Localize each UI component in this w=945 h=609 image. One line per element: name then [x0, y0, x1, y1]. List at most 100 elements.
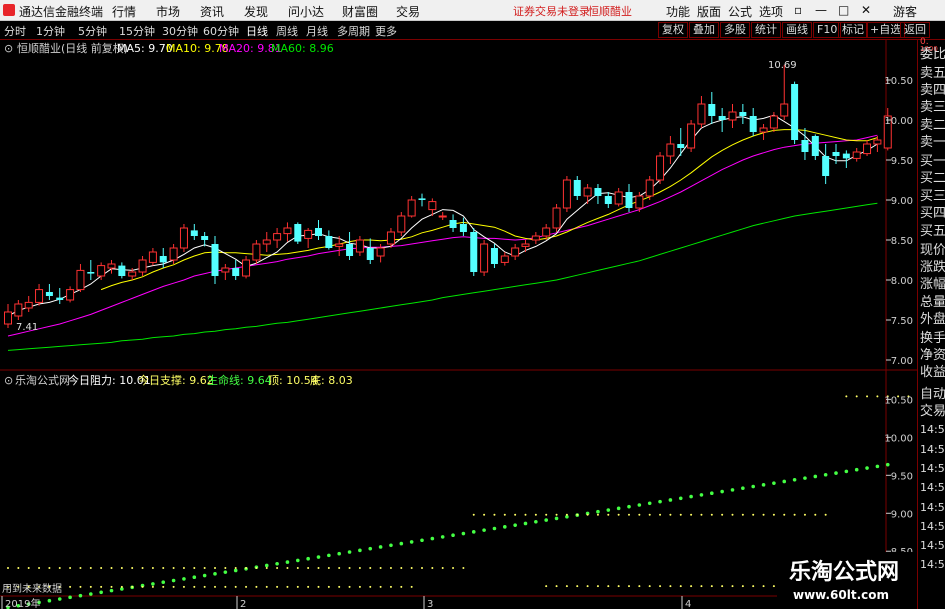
period-tab-monthly[interactable]: 月线	[306, 23, 328, 39]
lifeline-dot	[647, 501, 652, 506]
level-dot	[679, 513, 682, 516]
level-dot	[162, 585, 165, 588]
side-net-asset[interactable]: 净资	[920, 348, 945, 363]
chart-area[interactable]: 7.007.508.008.509.009.5010.0010.508.008.…	[0, 40, 917, 609]
level-dot	[162, 566, 165, 569]
menu-ask[interactable]: 问小达	[288, 3, 324, 20]
period-tab-daily[interactable]: 日线	[246, 23, 268, 39]
level-dot	[400, 566, 403, 569]
overlay-button[interactable]: 叠加	[689, 22, 719, 38]
side-turnover[interactable]: 换手	[920, 331, 945, 346]
period-tab-5min[interactable]: 5分钟	[78, 23, 107, 39]
period-tab-more[interactable]: 更多	[375, 23, 397, 39]
menu-options[interactable]: 选项	[759, 3, 783, 20]
lifeline-dot	[741, 486, 745, 490]
side-sell1[interactable]: 卖一	[920, 135, 945, 150]
side-sell4[interactable]: 卖四	[920, 83, 945, 98]
level-dot	[389, 585, 392, 588]
level-dot	[38, 566, 41, 569]
candle	[801, 128, 809, 160]
draw-button[interactable]: 画线	[782, 22, 812, 38]
side-weibi[interactable]: 委比	[920, 47, 945, 62]
side-auto[interactable]: 自动	[920, 387, 945, 402]
candle	[470, 228, 478, 276]
level-dot	[327, 585, 330, 588]
mark-button[interactable]: 标记	[838, 22, 868, 38]
chart-collapse-icon[interactable]: ⊙	[4, 42, 13, 55]
lifeline-dot	[430, 536, 435, 541]
period-tab-weekly[interactable]: 周线	[276, 23, 298, 39]
candle	[531, 232, 540, 244]
side-buy1[interactable]: 买一	[920, 154, 945, 169]
maximize-icon[interactable]: □	[838, 3, 849, 17]
menu-news[interactable]: 资讯	[200, 3, 224, 20]
candle	[325, 230, 333, 250]
side-volume[interactable]: 总量	[920, 295, 945, 310]
level-dot	[503, 513, 506, 516]
user-guest[interactable]: 游客	[893, 3, 917, 20]
trade-login-notice[interactable]: 证券交易未登录	[513, 3, 590, 19]
candle	[35, 284, 44, 306]
menu-market[interactable]: 市场	[156, 3, 180, 20]
side-outer[interactable]: 外盘	[920, 312, 945, 327]
adjust-button[interactable]: 复权	[658, 22, 688, 38]
side-change[interactable]: 涨跌	[920, 260, 945, 275]
lifeline-dot	[399, 541, 404, 546]
back-button[interactable]: 返回	[900, 22, 930, 38]
period-toolbar: 分时 1分钟 5分钟 15分钟 30分钟 60分钟 日线 周线 月线 多周期 更…	[0, 21, 945, 40]
side-price[interactable]: 现价	[920, 243, 945, 258]
period-tab-15min[interactable]: 15分钟	[119, 23, 155, 39]
level-dot	[276, 566, 279, 569]
level-dot	[317, 585, 320, 588]
period-tab-60min[interactable]: 60分钟	[203, 23, 239, 39]
multi-stock-button[interactable]: 多股	[720, 22, 750, 38]
level-dot	[100, 585, 103, 588]
side-buy2[interactable]: 买二	[920, 171, 945, 186]
candle	[252, 240, 261, 264]
side-sell5[interactable]: 卖五	[920, 66, 945, 81]
side-time-4: 14:56	[920, 481, 945, 494]
level-dot	[400, 585, 403, 588]
period-tab-multi[interactable]: 多周期	[337, 23, 370, 39]
minimize-icon[interactable]: —	[815, 3, 827, 17]
menu-wealth[interactable]: 财富圈	[342, 3, 378, 20]
period-tab-1min[interactable]: 1分钟	[36, 23, 65, 39]
restore-icon[interactable]: ▫	[794, 3, 802, 17]
side-buy5[interactable]: 买五	[920, 224, 945, 239]
side-buy3[interactable]: 买三	[920, 189, 945, 204]
menu-discover[interactable]: 发现	[244, 3, 268, 20]
period-tab-timeshare[interactable]: 分时	[4, 23, 26, 39]
stats-button[interactable]: 统计	[751, 22, 781, 38]
candle	[76, 264, 85, 292]
lifeline-dot	[627, 504, 631, 509]
level-dot	[421, 566, 423, 569]
candle	[418, 193, 426, 207]
candle	[791, 81, 799, 144]
period-tab-30min[interactable]: 30分钟	[162, 23, 198, 39]
main-y-tick-label: 9.00	[891, 196, 913, 207]
level-dot	[89, 566, 92, 569]
lifeline-dot	[813, 474, 818, 479]
side-buy4[interactable]: 买四	[920, 206, 945, 221]
side-sell3[interactable]: 卖三	[920, 100, 945, 115]
level-dot	[172, 585, 175, 588]
menu-formula[interactable]: 公式	[728, 3, 752, 20]
lifeline-dot	[182, 577, 186, 581]
level-dot	[731, 513, 734, 516]
level-dot	[224, 566, 227, 569]
menu-layout[interactable]: 版面	[697, 3, 721, 20]
lifeline-dot	[772, 481, 776, 485]
close-icon[interactable]: ✕	[861, 3, 871, 17]
sub-y-tick-label: 9.50	[891, 471, 913, 482]
sub-collapse-icon[interactable]: ⊙	[4, 374, 13, 387]
side-sell2[interactable]: 卖二	[920, 118, 945, 133]
side-change-pct[interactable]: 涨幅	[920, 277, 945, 292]
menu-trade[interactable]: 交易	[396, 3, 420, 20]
side-trade[interactable]: 交易	[920, 404, 945, 419]
level-dot	[545, 585, 548, 588]
level-dot	[172, 566, 175, 569]
side-earnings[interactable]: 收益	[920, 365, 945, 380]
level-dot	[586, 585, 589, 588]
menu-function[interactable]: 功能	[666, 3, 690, 20]
menu-quotes[interactable]: 行情	[112, 3, 136, 20]
